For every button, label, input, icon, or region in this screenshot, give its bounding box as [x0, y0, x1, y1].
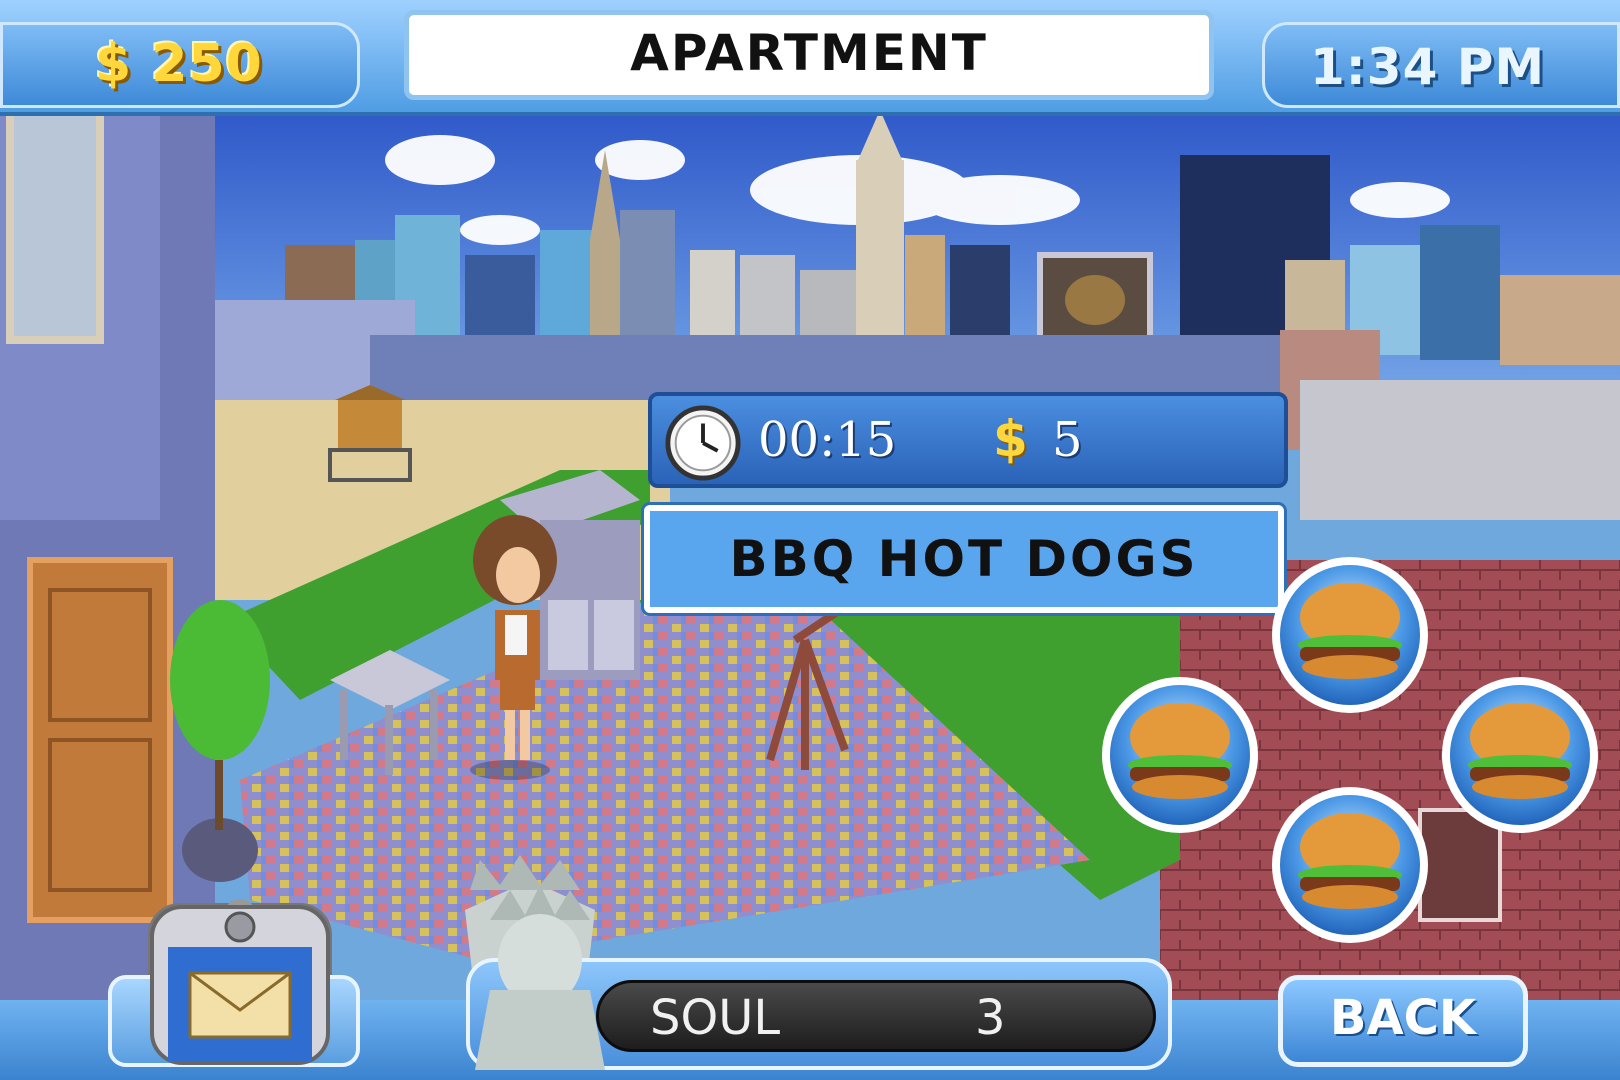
window — [6, 106, 104, 344]
activity-name: BBQ HOT DOGS — [729, 530, 1199, 588]
dollar-icon: $ — [993, 410, 1028, 468]
mood-label: SOUL — [650, 990, 781, 1046]
activity-duration: 00:15 — [758, 412, 897, 468]
activity-cost: 5 — [1052, 412, 1083, 468]
burger-option-right[interactable] — [1440, 675, 1600, 835]
envelope-icon — [188, 971, 292, 1039]
mood-value: 3 — [975, 990, 1006, 1046]
building — [1300, 380, 1620, 520]
money-display: $ 250 — [95, 34, 263, 94]
game-screen: $ 250 APARTMENT 1:34 PM 00:15 $ 5 BBQ HO… — [0, 0, 1620, 1080]
back-button[interactable] — [1278, 975, 1528, 1067]
statue-icon — [475, 885, 605, 1070]
burger-option-top[interactable] — [1270, 555, 1430, 715]
phone-device[interactable] — [150, 905, 330, 1065]
money-symbol: $ — [95, 34, 133, 94]
money-amount: 250 — [151, 34, 263, 94]
clock-time: 1:34 PM — [1310, 38, 1546, 96]
burger-option-bottom[interactable] — [1270, 785, 1430, 945]
location-title: APARTMENT — [630, 24, 988, 82]
clock-icon — [665, 405, 741, 481]
activity-info-panel — [648, 392, 1288, 488]
burger-option-left[interactable] — [1100, 675, 1260, 835]
